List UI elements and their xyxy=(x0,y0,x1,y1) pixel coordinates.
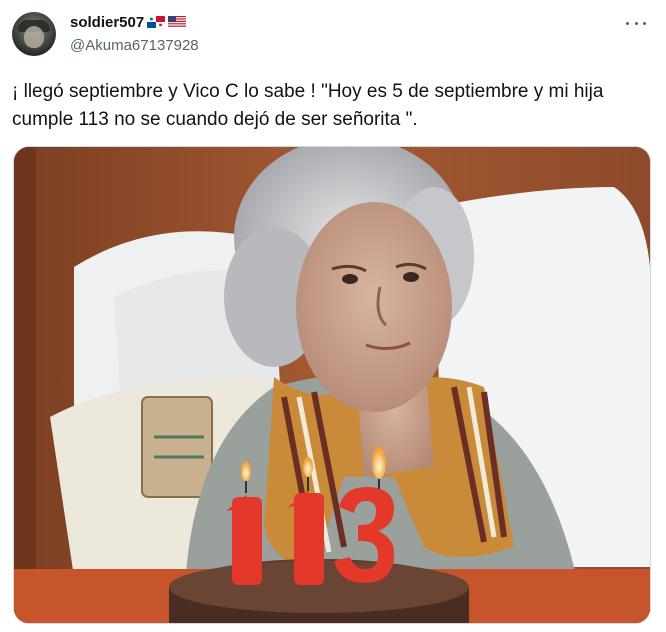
user-handle[interactable]: @Akuma67137928 xyxy=(70,37,199,54)
tweet-text: ¡ llegó septiembre y Vico C lo sabe ! "H… xyxy=(12,81,604,130)
more-horizontal-icon xyxy=(626,21,629,25)
us-flag-icon xyxy=(168,16,187,28)
avatar-face xyxy=(24,26,44,48)
panama-flag-icon xyxy=(147,16,166,28)
name-row: soldier507 xyxy=(70,12,187,32)
user-avatar[interactable] xyxy=(12,12,56,56)
tweet-photo[interactable] xyxy=(13,146,651,624)
display-name[interactable]: soldier507 xyxy=(70,14,144,31)
more-options-button[interactable] xyxy=(626,16,646,30)
photo-illustration xyxy=(14,147,650,623)
